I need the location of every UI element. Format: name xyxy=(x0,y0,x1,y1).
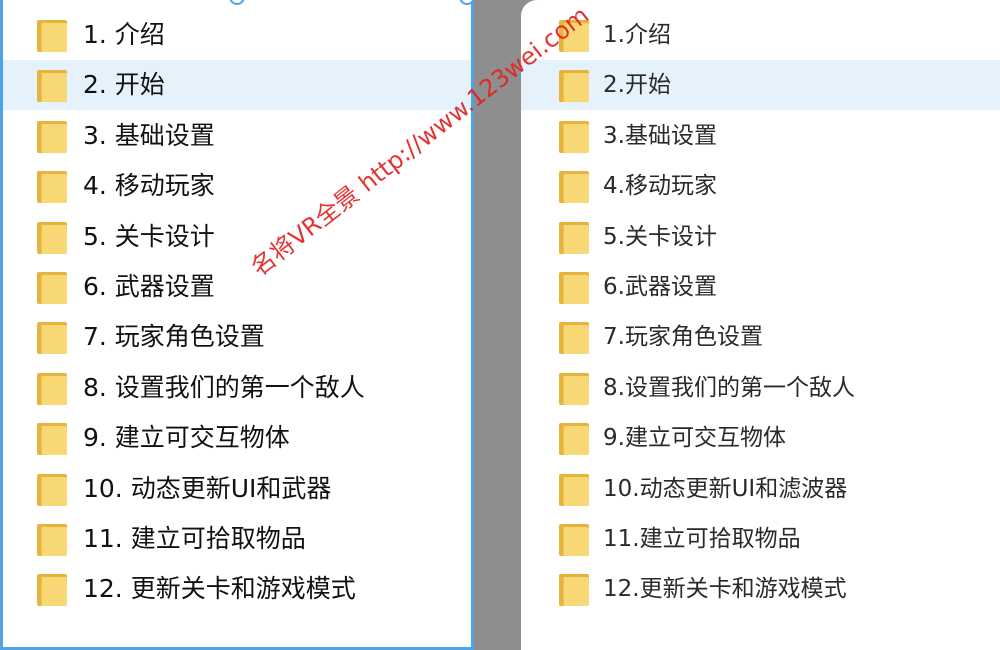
folder-icon xyxy=(559,574,589,607)
folder-name: 10.动态更新UI和滤波器 xyxy=(603,475,848,502)
folder-name: 3. 基础设置 xyxy=(83,120,215,150)
folder-row[interactable]: 3. 基础设置 xyxy=(3,111,471,161)
folder-icon xyxy=(37,473,67,506)
folder-name: 9.建立可交互物体 xyxy=(603,425,786,452)
folder-row[interactable]: 11. 建立可拾取物品 xyxy=(3,514,471,564)
folder-row[interactable]: 5.关卡设计 xyxy=(521,212,1000,262)
folder-icon xyxy=(37,221,67,254)
folder-row[interactable]: 8. 设置我们的第一个敌人 xyxy=(3,363,471,413)
folder-row[interactable]: 4. 移动玩家 xyxy=(3,161,471,211)
folder-row[interactable]: 7.玩家角色设置 xyxy=(521,312,1000,362)
folder-name: 5.关卡设计 xyxy=(603,223,717,250)
folder-name: 7.玩家角色设置 xyxy=(603,324,763,351)
folder-name: 12.更新关卡和游戏模式 xyxy=(603,576,847,603)
folder-row[interactable]: 1. 介绍 xyxy=(3,10,471,60)
folder-row[interactable]: 12.更新关卡和游戏模式 xyxy=(521,564,1000,614)
folder-icon xyxy=(37,423,67,456)
folder-row[interactable]: 2.开始 xyxy=(521,60,1000,111)
folder-icon xyxy=(559,20,589,52)
folder-icon xyxy=(37,20,67,52)
right-folder-pane: 1.介绍 2.开始 3.基础设置 4.移动玩家 5.关卡设计 6.武器设置 7.玩家角色设置… xyxy=(521,0,1000,650)
folder-name: 1.介绍 xyxy=(603,22,671,48)
folder-row[interactable]: 7. 玩家角色设置 xyxy=(3,312,471,362)
folder-icon xyxy=(559,171,589,204)
folder-icon xyxy=(559,473,589,506)
folder-row[interactable]: 3.基础设置 xyxy=(521,111,1000,161)
folder-icon xyxy=(37,524,67,556)
folder-icon xyxy=(559,221,589,254)
folder-row[interactable]: 6.武器设置 xyxy=(521,262,1000,312)
folder-name: 7. 玩家角色设置 xyxy=(83,322,265,352)
folder-name: 11.建立可拾取物品 xyxy=(603,526,801,552)
folder-name: 8.设置我们的第一个敌人 xyxy=(603,374,855,401)
folder-name: 1. 介绍 xyxy=(83,20,165,49)
folder-name: 12. 更新关卡和游戏模式 xyxy=(83,574,356,604)
folder-icon xyxy=(559,120,589,153)
folder-icon xyxy=(559,322,589,355)
folder-icon xyxy=(37,70,67,103)
folder-icon xyxy=(37,574,67,607)
folder-name: 5. 关卡设计 xyxy=(83,221,215,251)
folder-icon xyxy=(559,524,589,556)
folder-row[interactable]: 10.动态更新UI和滤波器 xyxy=(521,464,1000,514)
left-folder-pane: 1. 介绍 2. 开始 3. 基础设置 4. 移动玩家 5. 关卡设计 6. 武器设置 7.… xyxy=(0,0,474,650)
folder-row[interactable]: 4.移动玩家 xyxy=(521,161,1000,211)
folder-icon xyxy=(559,70,589,103)
folder-name: 4. 移动玩家 xyxy=(83,171,215,201)
folder-name: 11. 建立可拾取物品 xyxy=(83,524,306,553)
folder-row[interactable]: 1.介绍 xyxy=(521,10,1000,60)
folder-name: 2. 开始 xyxy=(83,70,165,100)
folder-row[interactable]: 10. 动态更新UI和武器 xyxy=(3,464,471,514)
folder-icon xyxy=(37,171,67,204)
folder-row[interactable]: 5. 关卡设计 xyxy=(3,212,471,262)
folder-icon xyxy=(37,120,67,153)
folder-row[interactable]: 6. 武器设置 xyxy=(3,262,471,312)
folder-name: 8. 设置我们的第一个敌人 xyxy=(83,372,365,402)
folder-name: 10. 动态更新UI和武器 xyxy=(83,473,332,503)
folder-row[interactable]: 8.设置我们的第一个敌人 xyxy=(521,363,1000,413)
folder-icon xyxy=(559,423,589,456)
folder-icon xyxy=(37,372,67,405)
folder-row[interactable]: 2. 开始 xyxy=(3,60,471,111)
folder-name: 9. 建立可交互物体 xyxy=(83,423,290,453)
folder-icon xyxy=(559,272,589,304)
folder-icon xyxy=(37,322,67,355)
folder-name: 6. 武器设置 xyxy=(83,272,215,301)
folder-icon xyxy=(559,372,589,405)
folder-name: 2.开始 xyxy=(603,72,671,99)
folder-row[interactable]: 9. 建立可交互物体 xyxy=(3,413,471,463)
folder-name: 4.移动玩家 xyxy=(603,173,717,200)
folder-row[interactable]: 12. 更新关卡和游戏模式 xyxy=(3,564,471,614)
folder-name: 6.武器设置 xyxy=(603,274,717,300)
folder-icon xyxy=(37,272,67,304)
folder-row[interactable]: 11.建立可拾取物品 xyxy=(521,514,1000,564)
folder-row[interactable]: 9.建立可交互物体 xyxy=(521,413,1000,463)
folder-name: 3.基础设置 xyxy=(603,122,717,149)
